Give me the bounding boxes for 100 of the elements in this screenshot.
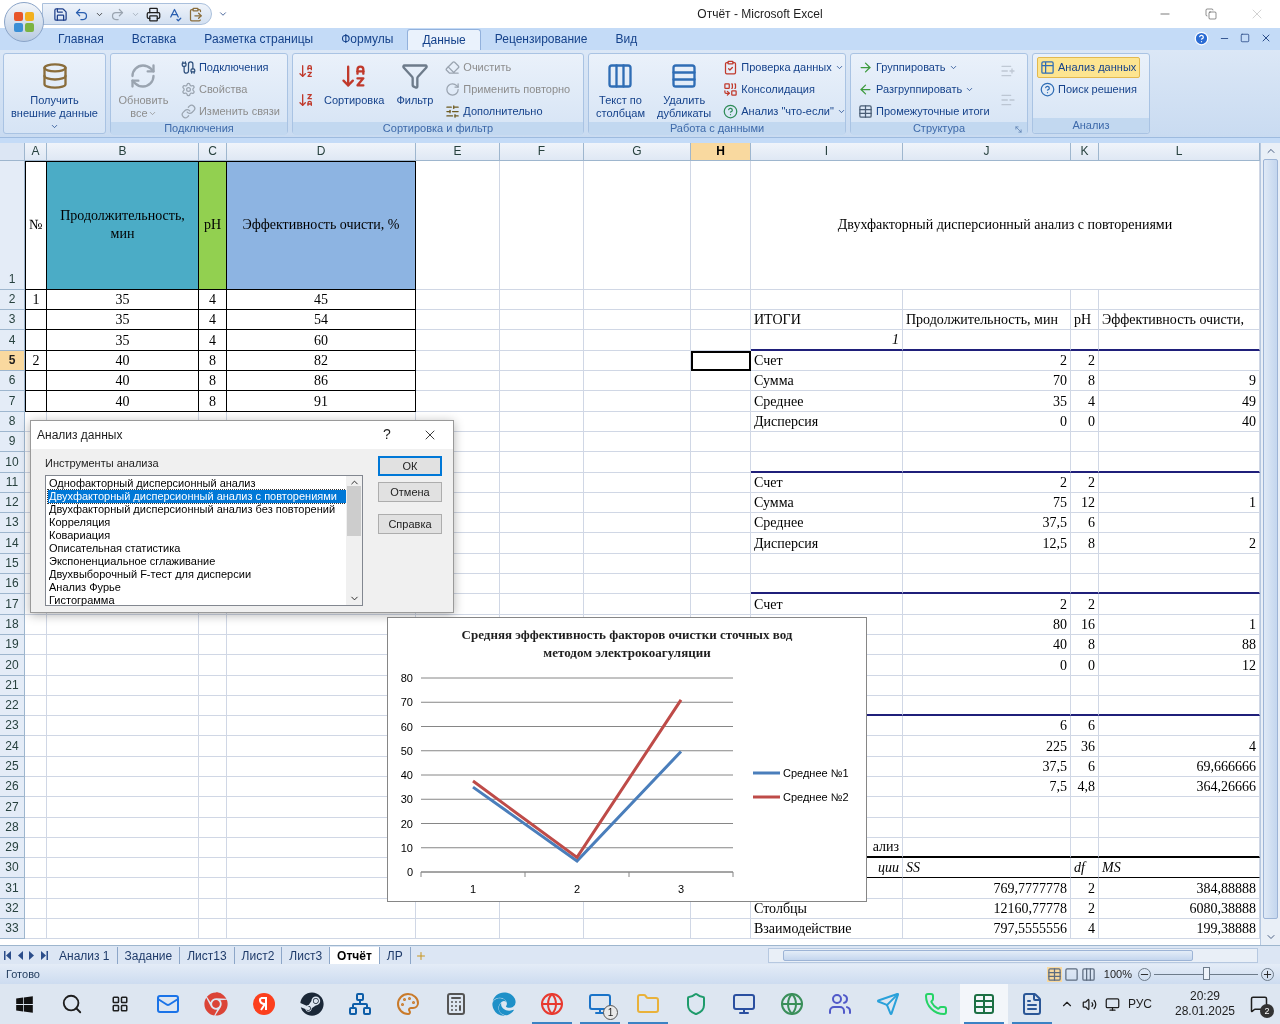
help-icon[interactable] xyxy=(1194,30,1209,46)
ribbon-tab[interactable]: Главная xyxy=(44,28,118,50)
list-item[interactable]: Гистограмма xyxy=(48,594,346,608)
row-header[interactable]: 21 xyxy=(0,675,25,696)
undo-icon[interactable] xyxy=(74,6,89,22)
row-header[interactable]: 5 xyxy=(0,350,25,372)
row-header[interactable]: 32 xyxy=(0,898,25,920)
zoom-level[interactable]: 100% xyxy=(1103,966,1132,983)
row-header[interactable]: 22 xyxy=(0,695,25,717)
language-indicator[interactable]: РУС xyxy=(1127,995,1152,1014)
list-item[interactable]: Экспоненциальное сглаживание xyxy=(48,555,346,569)
restore-icon[interactable] xyxy=(1240,33,1250,44)
column-header[interactable]: J xyxy=(903,142,1071,160)
ribbon-button[interactable]: Получить внешние данные xyxy=(8,56,101,134)
ribbon-button[interactable]: Разгруппировать xyxy=(855,78,993,100)
ribbon-tab[interactable]: Данные xyxy=(407,28,481,50)
column-header[interactable]: I xyxy=(751,142,903,160)
row-header[interactable]: 11 xyxy=(0,472,25,493)
row-header[interactable]: 31 xyxy=(0,878,25,899)
active-cell[interactable] xyxy=(691,350,751,372)
row-header[interactable]: 30 xyxy=(0,858,25,879)
dialog-button[interactable]: ОК xyxy=(378,455,442,476)
clock[interactable]: 20:29 28.01.2025 xyxy=(1170,989,1240,1020)
ribbon-button[interactable]: Группировать xyxy=(855,56,993,78)
ribbon-tab[interactable]: Разметка страницы xyxy=(190,28,328,50)
ribbon-button[interactable]: Анализ "что-если" xyxy=(720,100,849,122)
column-header[interactable]: B xyxy=(47,142,199,160)
sheet-tab[interactable]: Отчёт xyxy=(330,947,380,965)
row-header[interactable]: 7 xyxy=(0,391,25,412)
previous-sheet-icon[interactable] xyxy=(16,950,24,960)
horizontal-scrollbar[interactable] xyxy=(768,947,1258,963)
row-header[interactable]: 15 xyxy=(0,553,25,574)
ribbon-button[interactable]: Дополнительно xyxy=(442,100,574,122)
ribbon-button[interactable]: Подключения xyxy=(177,56,283,78)
list-item[interactable]: Двухвыборочный F-тест для дисперсии xyxy=(48,568,346,582)
launcher-icon[interactable] xyxy=(1014,124,1023,134)
page-break-icon[interactable] xyxy=(1080,966,1096,982)
print-preview-icon[interactable] xyxy=(146,6,161,22)
dialog-button[interactable]: Справка xyxy=(378,513,442,534)
column-header[interactable]: K xyxy=(1071,142,1099,160)
ribbon-tab[interactable]: Формулы xyxy=(327,28,408,50)
line-chart[interactable]: Средняя эффективность факторов очистки сточных вод методом электрокоагуляции 0 10 20 30 40 50 60 70 80 1 2 3 Среднее №1 Среднее №2 xyxy=(387,616,867,902)
ribbon-button[interactable]: Консолидация xyxy=(720,78,849,100)
row-header[interactable]: 27 xyxy=(0,797,25,818)
list-item[interactable]: Корреляция xyxy=(48,516,346,530)
customize-icon[interactable] xyxy=(218,9,228,19)
row-header[interactable]: 14 xyxy=(0,533,25,554)
ribbon-button[interactable]: Проверка данных xyxy=(720,56,849,78)
row-header[interactable]: 28 xyxy=(0,817,25,838)
taskbar-app[interactable]: 1 xyxy=(576,984,624,1024)
column-header[interactable]: F xyxy=(500,142,584,160)
ribbon-button[interactable]: Анализ данных xyxy=(1037,56,1140,78)
row-header[interactable]: 8 xyxy=(0,411,25,432)
next-sheet-icon[interactable] xyxy=(28,950,36,960)
zoom-slider[interactable] xyxy=(1154,967,1258,982)
ribbon-button[interactable]: Текст по столбцам xyxy=(593,56,648,121)
row-header[interactable]: 12 xyxy=(0,492,25,514)
ribbon-tab[interactable]: Рецензирование xyxy=(480,28,602,50)
redo-icon[interactable] xyxy=(110,6,125,22)
row-header[interactable]: 23 xyxy=(0,716,25,737)
row-header[interactable]: 4 xyxy=(0,330,25,351)
row-header[interactable]: 24 xyxy=(0,736,25,757)
previous-sheet-icon[interactable] xyxy=(4,950,12,960)
row-header[interactable]: 17 xyxy=(0,594,25,615)
row-header[interactable]: 16 xyxy=(0,574,25,595)
row-header[interactable]: 6 xyxy=(0,371,25,392)
help-button[interactable]: ? xyxy=(367,424,407,446)
slider-thumb[interactable] xyxy=(1203,967,1210,981)
paste-icon[interactable] xyxy=(188,6,203,22)
row-header[interactable]: 13 xyxy=(0,513,25,534)
dialog-button[interactable]: Отмена xyxy=(378,481,442,502)
ribbon-button[interactable]: Фильтр xyxy=(393,56,437,108)
list-item[interactable]: Анализ Фурье xyxy=(48,581,346,595)
taskbar-app[interactable] xyxy=(960,984,1008,1024)
ribbon-button[interactable]: Поиск решения xyxy=(1037,78,1140,100)
list-item[interactable]: Описательная статистика xyxy=(48,542,346,556)
ribbon-button[interactable]: Сортировка xyxy=(321,56,388,108)
ribbon-button[interactable]: Промежуточные итоги xyxy=(855,100,993,122)
row-header[interactable]: 18 xyxy=(0,614,25,635)
row-header[interactable]: 9 xyxy=(0,431,25,453)
row-header[interactable]: 3 xyxy=(0,310,25,331)
save-icon[interactable] xyxy=(53,6,68,22)
row-header[interactable]: 29 xyxy=(0,837,25,859)
scrollbar[interactable] xyxy=(346,476,362,606)
row-header[interactable]: 33 xyxy=(0,919,25,940)
network-icon[interactable] xyxy=(1104,996,1120,1012)
row-header[interactable]: 26 xyxy=(0,777,25,798)
column-header[interactable]: D xyxy=(227,142,416,160)
row-header[interactable]: 1 xyxy=(0,160,25,290)
notifications-button[interactable]: 2 xyxy=(1248,993,1270,1016)
page-layout-icon[interactable] xyxy=(1063,966,1079,982)
office-button[interactable] xyxy=(4,2,44,42)
row-header[interactable]: 19 xyxy=(0,634,25,656)
ribbon-tab[interactable]: Вставка xyxy=(117,28,191,50)
row-header[interactable]: 20 xyxy=(0,655,25,676)
list-item[interactable]: Двухфакторный дисперсионный анализ без повторений xyxy=(48,503,346,517)
list-item[interactable]: Однофакторный дисперсионный анализ xyxy=(48,477,346,491)
row-header[interactable]: 25 xyxy=(0,756,25,777)
row-header[interactable]: 10 xyxy=(0,452,25,473)
column-header[interactable]: A xyxy=(25,142,47,160)
